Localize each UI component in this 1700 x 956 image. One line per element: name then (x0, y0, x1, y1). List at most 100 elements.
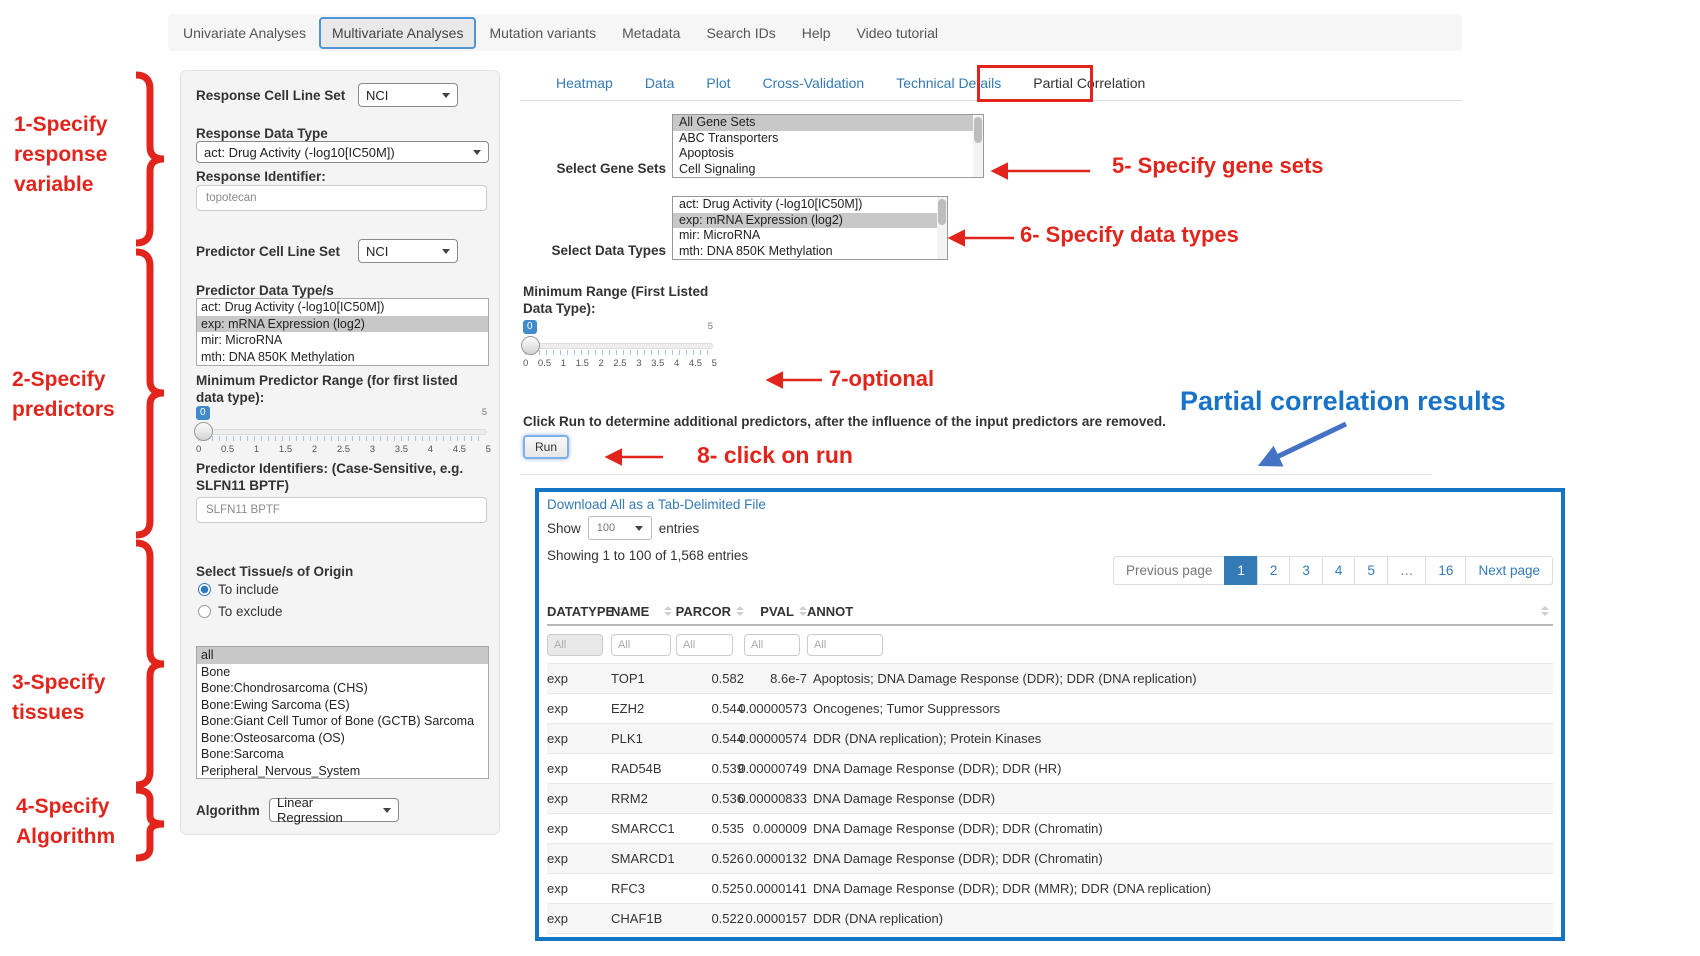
nav-item[interactable]: Mutation variants (476, 17, 609, 49)
response-data-type-value: act: Drug Activity (-log10[IC50M]) (204, 145, 395, 160)
show-entries-select[interactable]: 100 (588, 516, 652, 540)
response-cell-line-set-select[interactable]: NCI (358, 83, 458, 107)
slider-handle[interactable] (194, 422, 213, 441)
column-header-datatype[interactable]: DATATYPE (547, 604, 611, 619)
slider-track[interactable] (523, 343, 713, 349)
page-button[interactable]: 5 (1354, 556, 1388, 585)
section-divider (520, 474, 1432, 475)
predictor-cell-line-set-select[interactable]: NCI (358, 239, 458, 263)
page-button[interactable]: 1 (1224, 556, 1258, 585)
table-row[interactable]: exp RFC3 0.525 0.0000141 DNA Damage Resp… (547, 874, 1553, 904)
cell-annot: DNA Damage Response (DDR); DDR (HR) (807, 754, 1553, 783)
slider-track[interactable] (196, 429, 487, 435)
nav-item[interactable]: Multivariate Analyses (319, 17, 477, 49)
response-identifier-input[interactable] (196, 185, 487, 211)
table-row[interactable]: exp SMARCC1 0.535 0.000009 DNA Damage Re… (547, 814, 1553, 844)
slider-tick-label: 4.5 (689, 358, 702, 369)
gene-sets-listbox: All Gene SetsABC TransportersApoptosisCe… (672, 114, 984, 178)
filter-input-annot[interactable] (807, 634, 883, 656)
page-button[interactable]: Next page (1465, 556, 1553, 585)
sort-icon[interactable] (736, 606, 744, 616)
results-table: DATATYPE NAME PARCOR PVAL ANNOT (547, 598, 1553, 934)
listbox-option[interactable]: Bone (197, 664, 488, 681)
listbox-option[interactable]: Bone:Ewing Sarcoma (ES) (197, 697, 488, 714)
cell-pval: 0.0000132 (744, 844, 807, 873)
tab[interactable]: Data (629, 66, 691, 100)
listbox-option[interactable]: exp: mRNA Expression (log2) (197, 316, 488, 333)
annotation-line: 4-Specify (16, 792, 115, 822)
tissue-exclude-radio[interactable]: To exclude (198, 604, 283, 619)
table-row[interactable]: exp RRM2 0.536 0.00000833 DNA Damage Res… (547, 784, 1553, 814)
listbox-option[interactable]: ABC Transporters (673, 131, 983, 147)
listbox-option[interactable]: Bone:Osteosarcoma (OS) (197, 730, 488, 747)
listbox-option[interactable]: Cell Signaling (673, 162, 983, 178)
tab[interactable]: Cross-Validation (747, 66, 881, 100)
sort-icon[interactable] (1541, 606, 1549, 616)
listbox-option[interactable]: Bone:Sarcoma (197, 746, 488, 763)
column-header-pval[interactable]: PVAL (744, 604, 807, 619)
tab[interactable]: Plot (690, 66, 746, 100)
slider-tick-label: 0.5 (221, 444, 234, 455)
min-predictor-range-slider: 0 5 00.511.522.533.544.55 (196, 406, 487, 458)
tab[interactable]: Heatmap (540, 66, 629, 100)
sort-icon[interactable] (664, 606, 672, 616)
column-header-parcor[interactable]: PARCOR (676, 604, 744, 619)
listbox-option[interactable]: All Gene Sets (673, 115, 983, 131)
showing-entries-text: Showing 1 to 100 of 1,568 entries (547, 548, 748, 563)
response-cell-line-set-label: Response Cell Line Set (196, 87, 345, 104)
listbox-option[interactable]: all (197, 647, 488, 664)
cell-annot: DNA Damage Response (DDR); DDR (MMR); DD… (807, 874, 1553, 903)
table-row[interactable]: exp EZH2 0.544 0.00000573 Oncogenes; Tum… (547, 694, 1553, 724)
page-button[interactable]: 16 (1425, 556, 1466, 585)
table-row[interactable]: exp PLK1 0.544 0.00000574 DDR (DNA repli… (547, 724, 1553, 754)
listbox-option[interactable]: mth: DNA 850K Methylation (197, 349, 488, 366)
algorithm-select[interactable]: Linear Regression (269, 798, 399, 822)
listbox-option[interactable]: mir: MicroRNA (673, 228, 947, 244)
nav-item[interactable]: Help (789, 17, 844, 49)
app-root: Univariate AnalysesMultivariate Analyses… (0, 0, 1700, 956)
nav-item[interactable]: Univariate Analyses (170, 17, 319, 49)
listbox-option[interactable]: exp: mRNA Expression (log2) (673, 213, 947, 229)
nav-item[interactable]: Metadata (609, 17, 693, 49)
scrollbar-thumb[interactable] (938, 199, 946, 225)
curly-brace-1 (136, 75, 164, 243)
listbox-option[interactable]: mir: MicroRNA (197, 332, 488, 349)
column-header-annot[interactable]: ANNOT (807, 604, 1553, 619)
filter-input-pval[interactable] (744, 634, 800, 656)
nav-item[interactable]: Video tutorial (844, 17, 951, 49)
min-range-slider: 0 5 00.511.522.533.544.55 (523, 320, 713, 372)
nav-item[interactable]: Search IDs (693, 17, 788, 49)
download-link[interactable]: Download All as a Tab-Delimited File (547, 497, 766, 512)
listbox-option[interactable]: Apoptosis (673, 146, 983, 162)
column-header-name[interactable]: NAME (611, 604, 676, 619)
predictor-cell-line-set-value: NCI (366, 244, 388, 259)
listbox-option[interactable]: Bone:Giant Cell Tumor of Bone (GCTB) Sar… (197, 713, 488, 730)
page-button[interactable]: 4 (1322, 556, 1356, 585)
listbox-option[interactable]: act: Drug Activity (-log10[IC50M]) (197, 299, 488, 316)
listbox-option[interactable]: Peripheral_Nervous_System (197, 763, 488, 780)
slider-handle[interactable] (521, 336, 540, 355)
response-data-type-select[interactable]: act: Drug Activity (-log10[IC50M]) (196, 141, 489, 163)
table-row[interactable]: exp SMARCD1 0.526 0.0000132 DNA Damage R… (547, 844, 1553, 874)
filter-input-parcor[interactable] (676, 634, 733, 656)
listbox-option[interactable]: act: Drug Activity (-log10[IC50M]) (673, 197, 947, 213)
listbox-option[interactable]: Bone:Chondrosarcoma (CHS) (197, 680, 488, 697)
listbox-option[interactable]: mth: DNA 850K Methylation (673, 244, 947, 260)
table-row[interactable]: exp TOP1 0.582 8.6e-7 Apoptosis; DNA Dam… (547, 664, 1553, 694)
min-range-block: Minimum Range (First Listed Data Type): … (523, 283, 723, 317)
table-row[interactable]: exp CHAF1B 0.522 0.0000157 DDR (DNA repl… (547, 904, 1553, 934)
page-button: Previous page (1113, 556, 1225, 585)
scrollbar-thumb[interactable] (974, 117, 982, 143)
sort-icon[interactable] (799, 606, 807, 616)
filter-input-name[interactable] (611, 634, 671, 656)
page-button[interactable]: 2 (1257, 556, 1291, 585)
predictor-identifiers-input[interactable] (196, 497, 487, 523)
run-button[interactable]: Run (523, 435, 569, 459)
table-row[interactable]: exp RAD54B 0.539 0.00000749 DNA Damage R… (547, 754, 1553, 784)
annotation-step4: 4-SpecifyAlgorithm (16, 792, 115, 852)
tissue-include-radio[interactable]: To include (198, 582, 279, 597)
top-navigation: Univariate AnalysesMultivariate Analyses… (168, 14, 1462, 51)
page-button[interactable]: 3 (1289, 556, 1323, 585)
chevron-down-icon (383, 808, 391, 813)
filter-input-datatype[interactable] (547, 634, 603, 656)
